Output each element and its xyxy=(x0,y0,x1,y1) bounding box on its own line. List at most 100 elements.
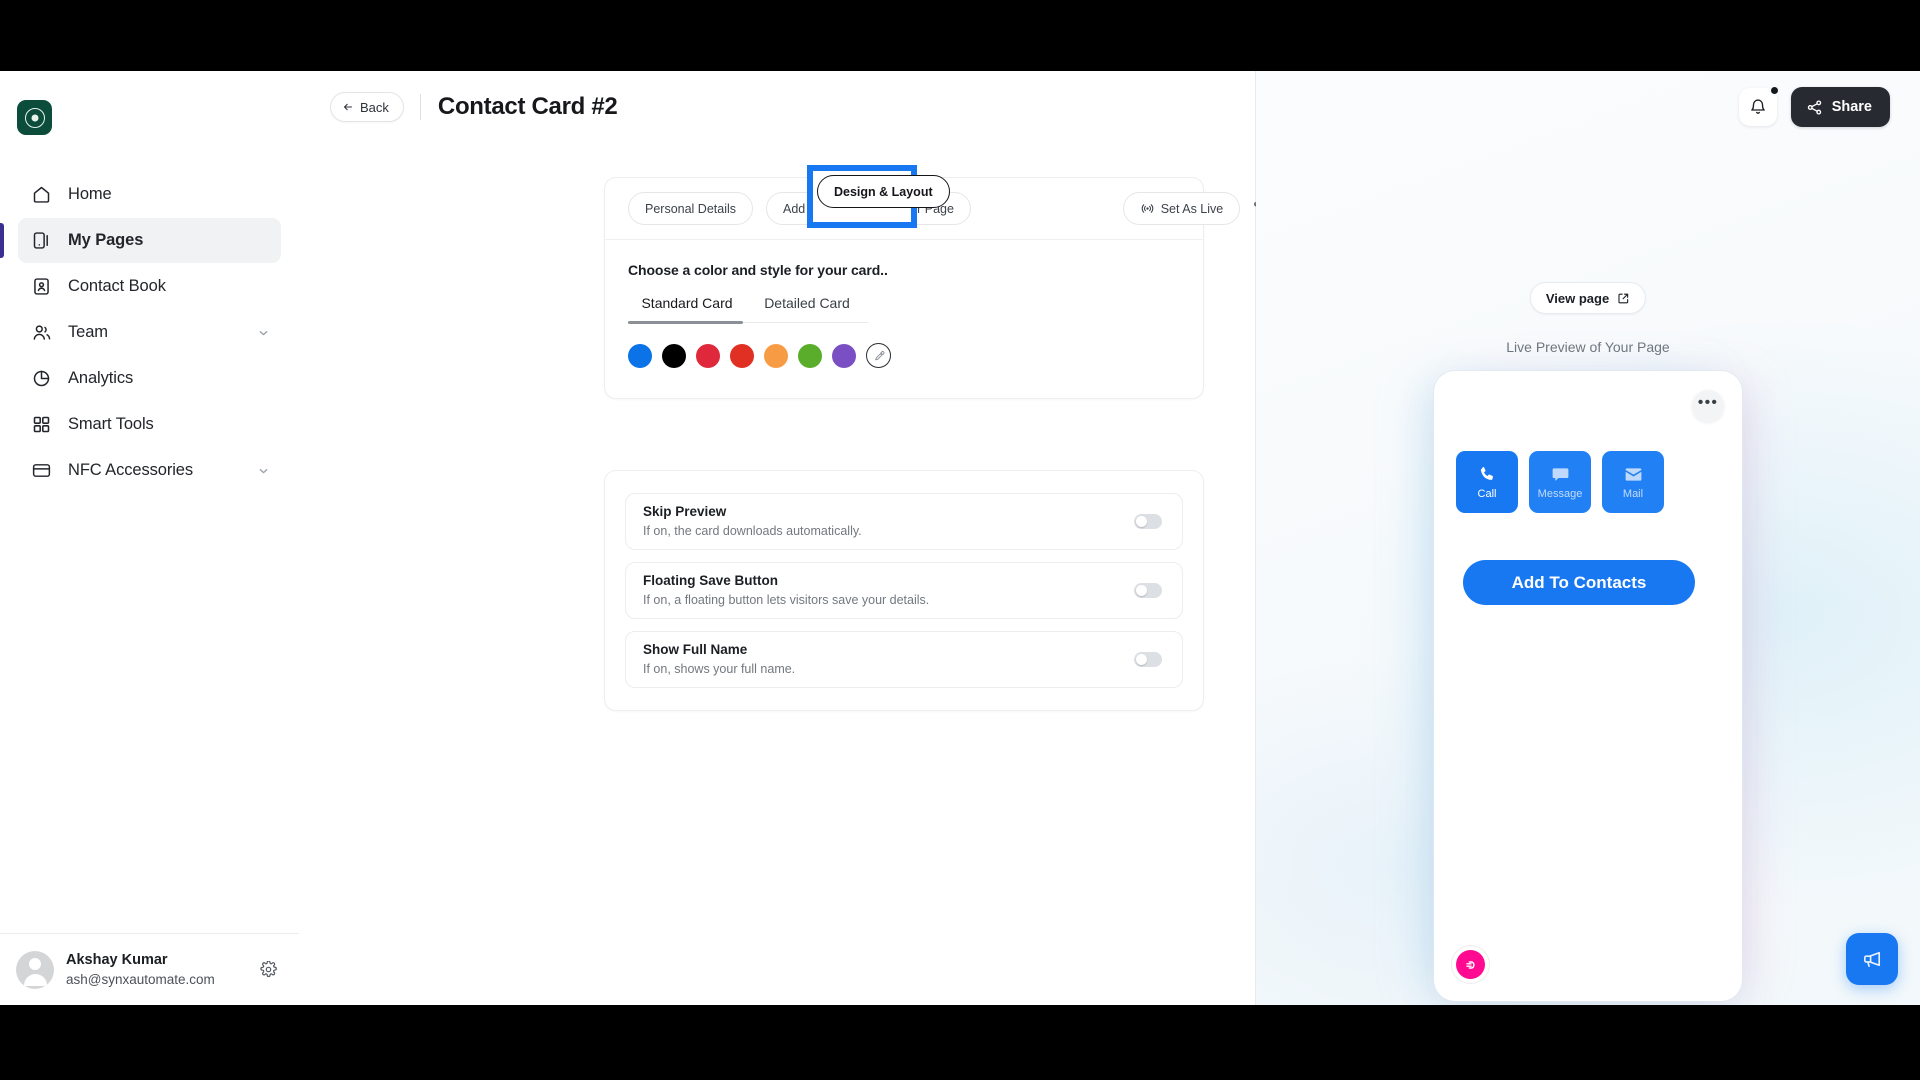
set-as-live-label: Set As Live xyxy=(1160,201,1224,216)
external-link-icon xyxy=(1618,293,1629,303)
editor-tabs: Personal Details Add More Details to You… xyxy=(605,165,1273,240)
add-to-contacts-button[interactable]: Add To Contacts xyxy=(1463,560,1695,605)
arrow-left-icon xyxy=(343,103,353,111)
brand-badge-icon[interactable] xyxy=(1456,950,1485,979)
tab-label: Design & Layout xyxy=(834,184,933,199)
toggle-show-full-name[interactable] xyxy=(1134,652,1162,667)
notifications-button[interactable] xyxy=(1738,85,1780,126)
sidebar-item-label: My Pages xyxy=(68,231,144,249)
custom-color-picker-button[interactable] xyxy=(866,343,891,368)
color-swatch-red[interactable] xyxy=(730,343,754,368)
preview-action-label: Message xyxy=(1537,488,1583,500)
main-region: Back Contact Card #2 Personal Details Ad… xyxy=(299,71,1920,1005)
sidebar-item-label: Analytics xyxy=(68,369,134,387)
tab-design-and-layout[interactable]: Design & Layout xyxy=(817,175,950,208)
tab-label: Personal Details xyxy=(645,201,737,216)
color-swatch-crimson[interactable] xyxy=(696,343,720,368)
sidebar-item-nfc-accessories[interactable]: NFC Accessories xyxy=(18,448,281,493)
chevron-down-icon[interactable] xyxy=(257,464,270,477)
sidebar-item-label: NFC Accessories xyxy=(68,461,194,479)
setting-subtitle: If on, shows your full name. xyxy=(643,662,796,677)
gear-icon[interactable] xyxy=(260,961,277,978)
setting-row-skip-preview: Skip Preview If on, the card downloads a… xyxy=(625,493,1183,550)
page-title: Contact Card #2 xyxy=(437,93,618,120)
broadcast-icon xyxy=(1141,204,1153,213)
preview-header-actions: Share xyxy=(1256,71,1920,143)
sidebar-item-label: Contact Book xyxy=(68,277,166,295)
setting-subtitle: If on, a floating button lets visitors s… xyxy=(643,593,930,608)
design-panel-body: Choose a color and style for your card..… xyxy=(605,240,1203,398)
message-icon xyxy=(1552,468,1568,481)
view-page-label: View page xyxy=(1545,290,1610,306)
color-swatch-purple[interactable] xyxy=(832,343,856,368)
live-preview-card: ••• Call Message Mail Add To Contacts xyxy=(1434,371,1742,1001)
preview-action-buttons: Call Message Mail xyxy=(1456,451,1664,513)
editor-column: Back Contact Card #2 Personal Details Ad… xyxy=(299,71,1273,1005)
preview-action-label: Mail xyxy=(1622,488,1644,500)
toggle-skip-preview[interactable] xyxy=(1134,514,1162,529)
color-swatch-black[interactable] xyxy=(662,343,686,368)
color-swatch-blue[interactable] xyxy=(628,343,652,368)
color-swatch-green[interactable] xyxy=(798,343,822,368)
card-tab-label: Detailed Card xyxy=(764,295,850,311)
sidebar: Home My Pages Contact Book Team Analytic… xyxy=(0,71,299,1005)
user-profile[interactable]: Akshay Kumar ash@synxautomate.com xyxy=(0,933,299,1005)
active-tab-underline xyxy=(628,321,743,324)
preview-column: Share View page Live Preview of Your Pag… xyxy=(1256,71,1920,1005)
sidebar-item-home[interactable]: Home xyxy=(18,172,281,217)
share-icon xyxy=(1807,99,1821,115)
share-button[interactable]: Share xyxy=(1790,87,1890,127)
back-button[interactable]: Back xyxy=(330,92,404,122)
view-page-button[interactable]: View page xyxy=(1529,282,1647,314)
setting-row-floating-save-button: Floating Save Button If on, a floating b… xyxy=(625,562,1183,619)
grid-icon xyxy=(33,416,50,433)
preview-action-message[interactable]: Message xyxy=(1529,451,1591,513)
sidebar-item-my-pages[interactable]: My Pages xyxy=(0,218,281,263)
pages-icon xyxy=(33,232,48,249)
sidebar-item-team[interactable]: Team xyxy=(18,310,281,355)
card-icon xyxy=(32,464,51,477)
user-email: ash@synxautomate.com xyxy=(66,971,215,987)
settings-panel: Skip Preview If on, the card downloads a… xyxy=(604,470,1204,711)
brand-badge-glyph xyxy=(1465,960,1475,969)
contact-book-icon xyxy=(34,278,49,295)
setting-title: Skip Preview xyxy=(643,504,727,520)
sidebar-item-contact-book[interactable]: Contact Book xyxy=(18,264,281,309)
megaphone-icon xyxy=(1863,951,1880,967)
sidebar-item-label: Team xyxy=(68,323,108,341)
setting-subtitle: If on, the card downloads automatically. xyxy=(643,524,862,539)
color-swatch-list xyxy=(628,343,1180,368)
card-style-tabs: Standard Card Detailed Card xyxy=(628,295,868,324)
setting-title: Show Full Name xyxy=(643,642,748,658)
sidebar-item-analytics[interactable]: Analytics xyxy=(18,356,281,401)
notification-badge xyxy=(1768,85,1780,96)
preview-action-mail[interactable]: Mail xyxy=(1602,451,1664,513)
sidebar-item-smart-tools[interactable]: Smart Tools xyxy=(18,402,281,447)
announcements-button[interactable] xyxy=(1846,933,1898,985)
preview-caption: Live Preview of Your Page xyxy=(1506,339,1670,355)
bell-icon xyxy=(1750,99,1765,114)
envelope-icon xyxy=(1625,468,1641,481)
color-swatch-orange[interactable] xyxy=(764,343,788,368)
sidebar-item-label: Smart Tools xyxy=(68,415,154,433)
setting-title: Floating Save Button xyxy=(643,573,778,589)
share-button-label: Share xyxy=(1831,99,1872,115)
card-tab-label: Standard Card xyxy=(641,295,733,311)
user-name: Akshay Kumar xyxy=(66,952,168,969)
design-heading: Choose a color and style for your card.. xyxy=(628,262,888,278)
toggle-floating-save-button[interactable] xyxy=(1134,583,1162,598)
phone-icon xyxy=(1480,467,1493,480)
app-logo-icon[interactable] xyxy=(17,100,52,135)
card-tab-standard[interactable]: Standard Card xyxy=(628,295,746,322)
home-icon xyxy=(33,186,50,203)
set-as-live-button[interactable]: Set As Live xyxy=(1122,192,1241,225)
preview-card-menu-button[interactable]: ••• xyxy=(1692,390,1724,422)
tab-personal-details[interactable]: Personal Details xyxy=(628,192,754,225)
topbar-divider xyxy=(419,94,421,120)
preview-action-call[interactable]: Call xyxy=(1456,451,1518,513)
chevron-down-icon[interactable] xyxy=(257,326,270,339)
setting-row-show-full-name: Show Full Name If on, shows your full na… xyxy=(625,631,1183,688)
card-tab-detailed[interactable]: Detailed Card xyxy=(746,295,868,322)
team-icon xyxy=(33,325,51,340)
preview-action-label: Call xyxy=(1477,488,1497,500)
